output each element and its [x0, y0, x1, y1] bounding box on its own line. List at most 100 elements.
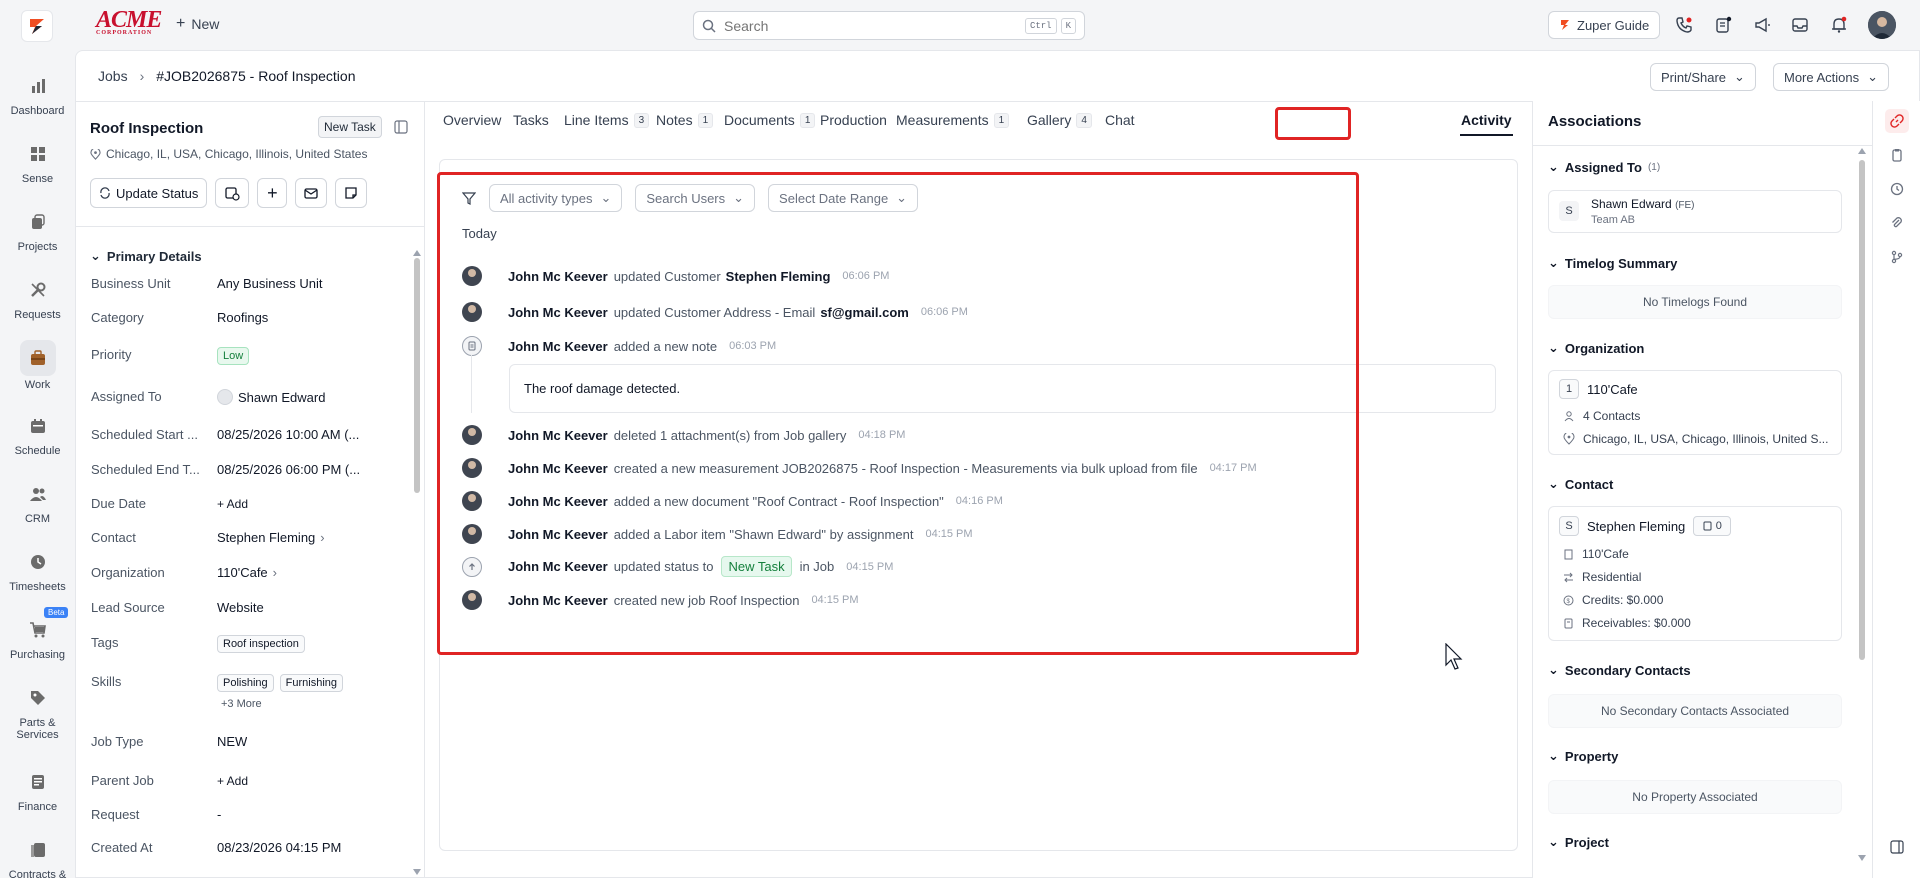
field-value[interactable]: Any Business Unit — [217, 276, 323, 291]
assigned-user-card[interactable]: S Shawn Edward (FE) Team AB — [1548, 190, 1842, 233]
property-section[interactable]: ⌄ Property — [1548, 748, 1618, 764]
primary-details-header[interactable]: ⌄ Primary Details — [90, 248, 202, 264]
tab-gallery[interactable]: Gallery 4 — [1027, 112, 1092, 128]
organization-link[interactable]: 110'Cafe — [217, 565, 268, 580]
section-title: Secondary Contacts — [1564, 662, 1691, 678]
more-actions-button[interactable]: More Actions ⌄ — [1773, 63, 1890, 91]
brand-logo[interactable]: ACME CORPORATION — [96, 8, 162, 37]
project-section[interactable]: ⌄ Project — [1548, 834, 1609, 850]
nav-requests[interactable]: Requests — [0, 274, 75, 321]
clipboard-icon[interactable] — [1885, 143, 1909, 167]
tab-label: Notes — [656, 112, 693, 128]
associations-scrollbar[interactable] — [1858, 148, 1866, 861]
skill-chip[interactable]: Furnishing — [279, 674, 343, 692]
nav-contracts[interactable]: Contracts & — [0, 834, 75, 878]
field-value[interactable]: Shawn Edward — [238, 390, 325, 405]
schedule-button[interactable] — [215, 178, 250, 208]
field-contact: Contact Stephen Fleming › — [91, 530, 401, 545]
nav-sense[interactable]: Sense — [0, 138, 75, 185]
email-button[interactable] — [295, 178, 328, 208]
tasks-list-icon[interactable] — [1712, 14, 1734, 36]
tab-chat[interactable]: Chat — [1105, 112, 1135, 128]
priority-badge[interactable]: Low — [217, 347, 250, 365]
field-value[interactable]: 08/25/2026 06:00 PM (... — [217, 462, 360, 477]
nav-dashboard[interactable]: Dashboard — [0, 70, 75, 117]
search-input[interactable] — [724, 17, 1021, 34]
chevron-down-icon: ⌄ — [1548, 662, 1559, 677]
nav-projects[interactable]: Projects — [0, 206, 75, 253]
add-parent-job-link[interactable]: + Add — [217, 773, 248, 788]
skill-chip[interactable]: Polishing — [217, 674, 274, 692]
timelog-section[interactable]: ⌄ Timelog Summary — [1548, 255, 1677, 271]
update-status-button[interactable]: Update Status — [90, 178, 208, 208]
git-branch-icon[interactable] — [1885, 245, 1909, 269]
tab-notes[interactable]: Notes 1 — [656, 112, 714, 128]
tab-tasks[interactable]: Tasks — [513, 112, 549, 128]
nav-finance[interactable]: Finance — [0, 766, 75, 813]
field-value[interactable]: 08/25/2026 10:00 AM (... — [217, 427, 359, 442]
field-assigned-to: Assigned To Shawn Edward — [91, 389, 401, 405]
tab-label: Gallery — [1027, 112, 1072, 128]
breadcrumb-jobs[interactable]: Jobs — [98, 68, 128, 84]
field-value[interactable]: Website — [217, 600, 264, 615]
paperclip-icon[interactable] — [1885, 211, 1909, 235]
projects-icon — [22, 206, 54, 238]
tag-chip[interactable]: Roof inspection — [217, 635, 305, 653]
inbox-icon[interactable] — [1789, 14, 1811, 36]
tab-documents[interactable]: Documents 1 — [724, 112, 816, 128]
history-icon[interactable] — [1885, 177, 1909, 201]
tab-activity[interactable]: Activity — [1461, 112, 1512, 128]
phone-icon[interactable] — [1673, 14, 1695, 36]
note-button[interactable] — [335, 178, 368, 208]
field-value[interactable]: NEW — [217, 734, 247, 749]
tab-measurements[interactable]: Measurements 1 — [896, 112, 1010, 128]
print-share-button[interactable]: Print/Share ⌄ — [1650, 63, 1756, 91]
assigned-to-section[interactable]: ⌄ Assigned To (1) — [1548, 159, 1660, 175]
contact-name[interactable]: Stephen Fleming — [1587, 519, 1685, 534]
chevron-down-icon: ⌄ — [1867, 69, 1879, 84]
nav-schedule[interactable]: Schedule — [0, 410, 75, 457]
field-label: Business Unit — [91, 276, 171, 291]
add-due-date-link[interactable]: + Add — [217, 496, 248, 511]
contact-link[interactable]: Stephen Fleming — [217, 530, 315, 545]
bell-icon[interactable] — [1828, 14, 1850, 36]
tab-overview[interactable]: Overview — [443, 112, 501, 128]
contact-name-row: S Stephen Fleming 0 — [1559, 516, 1732, 536]
scroll-thumb[interactable] — [1859, 160, 1865, 660]
collapse-rail-icon[interactable] — [1885, 835, 1909, 859]
zuper-guide-button[interactable]: Zuper Guide — [1548, 11, 1661, 39]
app-logo[interactable] — [21, 10, 53, 42]
details-scrollbar[interactable] — [413, 250, 421, 875]
contact-section[interactable]: ⌄ Contact — [1548, 476, 1613, 492]
add-button[interactable]: + — [257, 178, 288, 208]
tab-line-items[interactable]: Line Items 3 — [564, 112, 650, 128]
global-search[interactable]: Ctrl K — [693, 11, 1085, 40]
contact-documents-badge[interactable]: 0 — [1693, 516, 1732, 536]
nav-parts-services[interactable]: Parts & Services — [0, 682, 75, 741]
nav-work[interactable]: Work — [0, 340, 75, 391]
nav-crm[interactable]: CRM — [0, 478, 75, 525]
scroll-thumb[interactable] — [414, 258, 420, 493]
contact-card[interactable]: S Stephen Fleming 0 110'Cafe Residential… — [1548, 506, 1842, 641]
organization-name[interactable]: 110'Cafe — [1587, 382, 1638, 397]
field-value[interactable]: Roofings — [217, 310, 268, 325]
more-skills-link[interactable]: +3 More — [221, 698, 262, 710]
field-due-date: Due Date + Add — [91, 496, 401, 511]
calendar-clock-icon — [225, 187, 240, 201]
new-button[interactable]: + New — [176, 15, 219, 33]
job-address: Chicago, IL, USA, Chicago, Illinois, Uni… — [90, 147, 367, 161]
new-label: New — [191, 16, 220, 32]
nav-timesheets[interactable]: Timesheets — [0, 546, 75, 593]
secondary-contacts-section[interactable]: ⌄ Secondary Contacts — [1548, 662, 1691, 678]
collapse-panel-icon[interactable] — [394, 120, 408, 137]
scroll-down-icon — [1858, 855, 1866, 861]
organization-card[interactable]: 1 110'Cafe 4 Contacts Chicago, IL, USA, … — [1548, 370, 1842, 455]
megaphone-icon[interactable] — [1751, 14, 1773, 36]
user-avatar[interactable] — [1868, 11, 1896, 39]
link-icon[interactable] — [1885, 109, 1909, 133]
avatar-photo-icon — [1868, 11, 1896, 39]
tab-production[interactable]: Production — [820, 112, 887, 128]
organization-section[interactable]: ⌄ Organization — [1548, 340, 1644, 356]
nav-purchasing[interactable]: Beta Purchasing — [0, 607, 75, 661]
top-bar: ACME CORPORATION + New Ctrl K Zuper Guid… — [0, 0, 1920, 50]
